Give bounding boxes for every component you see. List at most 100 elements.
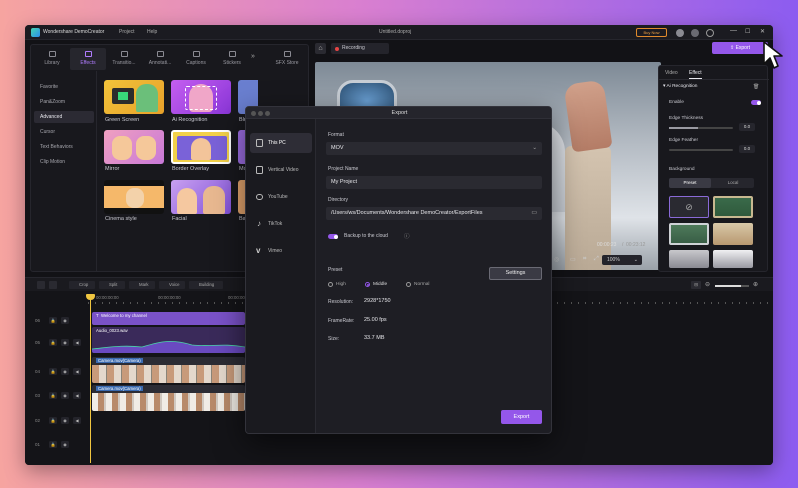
tab-captions[interactable]: Captions xyxy=(178,48,214,70)
backup-toggle[interactable] xyxy=(328,234,338,239)
speaker-icon[interactable]: ◀ xyxy=(73,339,81,346)
building-tool[interactable]: Building xyxy=(189,281,223,289)
camera-clip-2[interactable]: Camera.mov(Camera) xyxy=(92,385,245,411)
edge-feather-slider[interactable] xyxy=(669,149,733,151)
camera-clip-1[interactable]: Camera.mov(Camera) xyxy=(92,357,245,383)
effect-thumb-ai-recognition[interactable] xyxy=(171,80,231,114)
dialog-minimize-dot[interactable] xyxy=(258,111,263,116)
fit-timeline-icon[interactable]: ⊟ xyxy=(691,281,701,289)
tab-sfx-store[interactable]: SFX Store xyxy=(269,48,305,70)
background-classroom[interactable] xyxy=(713,223,753,245)
target-this-pc[interactable]: This PC xyxy=(250,133,312,153)
zoom-in-icon[interactable]: ⊕ xyxy=(753,281,758,288)
section-ai-recognition[interactable]: ▾ Ai Recognition xyxy=(663,84,697,89)
preset-normal-radio[interactable] xyxy=(406,282,411,287)
local-tab[interactable]: Local xyxy=(712,178,754,188)
speaker-icon[interactable]: ◀ xyxy=(73,392,81,399)
preset-tab[interactable]: Preset xyxy=(669,178,711,188)
enable-toggle[interactable] xyxy=(751,100,761,105)
target-tiktok[interactable]: ♪ TikTok xyxy=(250,214,312,234)
edge-thickness-slider[interactable] xyxy=(669,127,733,129)
sidebar-item-clip-motion[interactable]: Clip Motion xyxy=(34,156,94,168)
dialog-export-button[interactable]: Export xyxy=(501,410,542,424)
split-tool[interactable]: Split xyxy=(99,281,125,289)
sidebar-item-cursor[interactable]: Cursor xyxy=(34,126,94,138)
fullscreen-icon[interactable]: ⤢ xyxy=(594,256,599,263)
info-icon[interactable]: ⓘ xyxy=(404,232,410,240)
target-vertical-video[interactable]: Vertical Video xyxy=(250,160,312,180)
dialog-close-dot[interactable] xyxy=(251,111,256,116)
settings-button[interactable]: Settings xyxy=(489,267,542,280)
eye-icon[interactable]: ◉ xyxy=(61,317,69,324)
effect-thumb-facial[interactable] xyxy=(171,180,231,214)
lock-icon[interactable]: 🔒 xyxy=(49,392,57,399)
home-icon[interactable]: ⌂ xyxy=(315,43,326,54)
preset-high-radio[interactable] xyxy=(328,282,333,287)
background-room[interactable] xyxy=(713,250,753,268)
menu-project[interactable]: Project xyxy=(119,29,135,35)
folder-icon[interactable]: ▭ xyxy=(531,207,537,220)
tab-stickers[interactable]: Stickers xyxy=(214,48,250,70)
voice-tool[interactable]: Voice xyxy=(159,281,185,289)
timeline-playhead[interactable] xyxy=(90,295,91,463)
tab-effect[interactable]: Effect xyxy=(689,70,702,79)
eye-icon[interactable]: ◉ xyxy=(61,392,69,399)
snapshot-icon[interactable]: ◎ xyxy=(554,256,559,263)
lock-icon[interactable]: 🔒 xyxy=(49,339,57,346)
dialog-maximize-dot[interactable] xyxy=(265,111,270,116)
sidebar-item-panzoom[interactable]: Pan&Zoom xyxy=(34,96,94,108)
tab-video[interactable]: Video xyxy=(665,70,678,76)
zoom-select[interactable]: 100% ⌄ xyxy=(602,255,642,265)
preset-middle-radio[interactable] xyxy=(365,282,370,287)
lock-icon[interactable]: 🔒 xyxy=(49,368,57,375)
export-button[interactable]: ⇪ Export xyxy=(712,42,768,54)
background-office[interactable] xyxy=(669,250,709,268)
crop-tool[interactable]: Crop xyxy=(69,281,95,289)
target-vimeo[interactable]: v Vimeo xyxy=(250,241,312,261)
speaker-icon[interactable]: ◀ xyxy=(73,368,81,375)
lock-icon[interactable]: 🔒 xyxy=(49,441,57,448)
select-tool-icon[interactable] xyxy=(37,281,45,289)
effect-thumb-green-screen[interactable] xyxy=(104,80,164,114)
delete-icon[interactable]: 🗑 xyxy=(753,84,759,90)
account-icon[interactable] xyxy=(676,28,684,37)
background-chalkboard[interactable] xyxy=(713,196,753,218)
screen-icon[interactable]: ▭ xyxy=(570,256,576,263)
sidebar-item-text-behaviors[interactable]: Text Behaviors xyxy=(34,141,94,153)
lock-icon[interactable]: 🔒 xyxy=(49,317,57,324)
effect-thumb-mirror[interactable] xyxy=(104,130,164,164)
close-button[interactable]: ✕ xyxy=(760,28,765,35)
tab-effects[interactable]: Effects xyxy=(70,48,106,70)
undo-icon[interactable] xyxy=(49,281,57,289)
sidebar-item-advanced[interactable]: Advanced xyxy=(34,111,94,123)
audio-clip[interactable]: Audio_0023.wav xyxy=(92,327,245,353)
maximize-button[interactable]: ☐ xyxy=(745,28,750,35)
background-greenboard[interactable] xyxy=(669,223,709,245)
buy-now-button[interactable]: Buy Now xyxy=(636,28,667,37)
sidebar-item-favorite[interactable]: Favorite xyxy=(34,81,94,93)
target-youtube[interactable]: YouTube xyxy=(250,187,312,207)
mark-tool[interactable]: Mark xyxy=(129,281,155,289)
edge-feather-value[interactable]: 0.0 xyxy=(739,145,755,153)
crop-view-icon[interactable]: ⌗ xyxy=(583,256,586,263)
effect-thumb-cinema-style[interactable] xyxy=(104,180,164,214)
no-background-icon[interactable]: ⊘ xyxy=(669,196,709,218)
edge-thickness-value[interactable]: 0.0 xyxy=(739,123,755,131)
eye-icon[interactable]: ◉ xyxy=(61,441,69,448)
effect-thumb-border-overlay[interactable] xyxy=(171,130,231,164)
recording-button[interactable]: Recording xyxy=(331,43,389,54)
project-name-input[interactable]: My Project xyxy=(326,176,542,189)
eye-icon[interactable]: ◉ xyxy=(61,368,69,375)
title-clip[interactable]: T Welcome to my channel xyxy=(92,312,245,325)
tab-library[interactable]: Library xyxy=(34,48,70,70)
minimize-button[interactable]: — xyxy=(730,27,737,34)
directory-input[interactable]: /Users/ws/Documents/Wondershare DemoCrea… xyxy=(326,207,542,220)
timeline-zoom-slider[interactable] xyxy=(715,285,749,287)
zoom-out-icon[interactable]: ⊖ xyxy=(705,281,710,288)
menu-help[interactable]: Help xyxy=(147,29,157,35)
mail-icon[interactable] xyxy=(691,28,699,37)
lock-icon[interactable]: 🔒 xyxy=(49,417,57,424)
eye-icon[interactable]: ◉ xyxy=(61,339,69,346)
eye-icon[interactable]: ◉ xyxy=(61,417,69,424)
refresh-icon[interactable] xyxy=(706,28,714,37)
